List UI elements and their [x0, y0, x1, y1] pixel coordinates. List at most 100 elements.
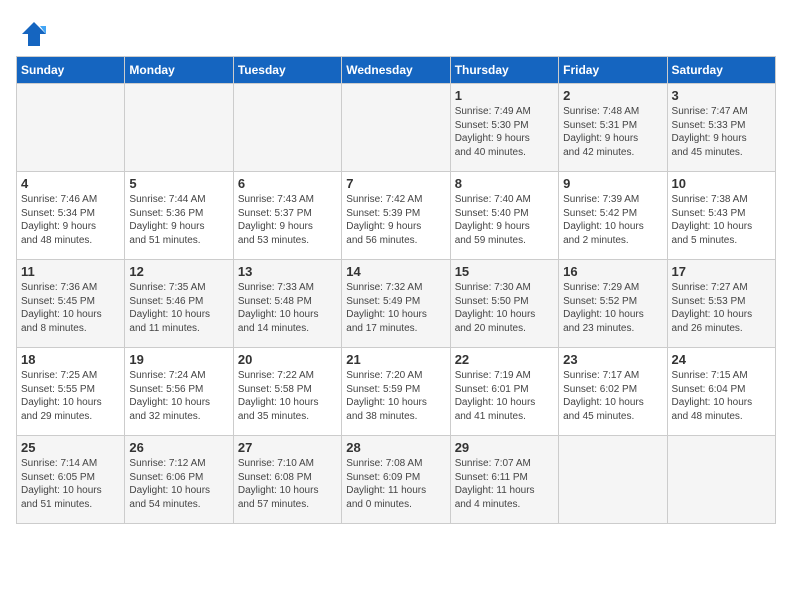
calendar-cell: 6 Sunrise: 7:43 AMSunset: 5:37 PMDaylight… [233, 172, 341, 260]
day-number: 5 [129, 176, 228, 191]
calendar-cell: 17Sunrise: 7:27 AMSunset: 5:53 PMDayligh… [667, 260, 775, 348]
cell-content: Sunrise: 7:40 AMSunset: 5:40 PMDaylight:… [455, 193, 554, 247]
weekday-header-sunday: Sunday [17, 57, 125, 84]
day-number: 16 [563, 264, 662, 279]
cell-content: Sunrise: 7:08 AMSunset: 6:09 PMDaylight:… [346, 457, 445, 511]
cell-content: Sunrise: 7:12 AMSunset: 6:06 PMDaylight:… [129, 457, 228, 511]
calendar-cell: 24 Sunrise: 7:15 AMSunset: 6:04 PMDayligh… [667, 348, 775, 436]
day-number: 9 [563, 176, 662, 191]
calendar-cell [342, 84, 450, 172]
calendar-cell: 11Sunrise: 7:36 AMSunset: 5:45 PMDayligh… [17, 260, 125, 348]
cell-content: Sunrise: 7:07 AMSunset: 6:11 PMDaylight:… [455, 457, 554, 511]
day-number: 27 [238, 440, 337, 455]
calendar-cell: 22 Sunrise: 7:19 AMSunset: 6:01 PMDayligh… [450, 348, 558, 436]
cell-content: Sunrise: 7:35 AMSunset: 5:46 PMDaylight:… [129, 281, 228, 335]
calendar-cell: 9 Sunrise: 7:39 AMSunset: 5:42 PMDaylight… [559, 172, 667, 260]
day-number: 10 [672, 176, 771, 191]
day-number: 7 [346, 176, 445, 191]
calendar-cell: 25 Sunrise: 7:14 AMSunset: 6:05 PMDayligh… [17, 436, 125, 524]
cell-content: Sunrise: 7:22 AMSunset: 5:58 PMDaylight:… [238, 369, 337, 423]
cell-content: Sunrise: 7:44 AMSunset: 5:36 PMDaylight:… [129, 193, 228, 247]
calendar-week-row: 1 Sunrise: 7:49 AMSunset: 5:30 PMDaylight… [17, 84, 776, 172]
cell-content: Sunrise: 7:24 AMSunset: 5:56 PMDaylight:… [129, 369, 228, 423]
cell-content: Sunrise: 7:42 AMSunset: 5:39 PMDaylight:… [346, 193, 445, 247]
cell-content: Sunrise: 7:48 AMSunset: 5:31 PMDaylight:… [563, 105, 662, 159]
cell-content: Sunrise: 7:10 AMSunset: 6:08 PMDaylight:… [238, 457, 337, 511]
weekday-header-friday: Friday [559, 57, 667, 84]
cell-content: Sunrise: 7:49 AMSunset: 5:30 PMDaylight:… [455, 105, 554, 159]
calendar-week-row: 11Sunrise: 7:36 AMSunset: 5:45 PMDayligh… [17, 260, 776, 348]
cell-content: Sunrise: 7:30 AMSunset: 5:50 PMDaylight:… [455, 281, 554, 335]
calendar-cell: 13 Sunrise: 7:33 AMSunset: 5:48 PMDayligh… [233, 260, 341, 348]
calendar-cell [667, 436, 775, 524]
day-number: 15 [455, 264, 554, 279]
calendar-week-row: 25 Sunrise: 7:14 AMSunset: 6:05 PMDayligh… [17, 436, 776, 524]
cell-content: Sunrise: 7:29 AMSunset: 5:52 PMDaylight:… [563, 281, 662, 335]
day-number: 2 [563, 88, 662, 103]
day-number: 19 [129, 352, 228, 367]
day-number: 3 [672, 88, 771, 103]
calendar-cell: 14 Sunrise: 7:32 AMSunset: 5:49 PMDayligh… [342, 260, 450, 348]
calendar-cell [17, 84, 125, 172]
logo [16, 20, 48, 48]
cell-content: Sunrise: 7:39 AMSunset: 5:42 PMDaylight:… [563, 193, 662, 247]
weekday-header-row: SundayMondayTuesdayWednesdayThursdayFrid… [17, 57, 776, 84]
weekday-header-tuesday: Tuesday [233, 57, 341, 84]
day-number: 25 [21, 440, 120, 455]
calendar-cell: 2 Sunrise: 7:48 AMSunset: 5:31 PMDaylight… [559, 84, 667, 172]
cell-content: Sunrise: 7:19 AMSunset: 6:01 PMDaylight:… [455, 369, 554, 423]
day-number: 11 [21, 264, 120, 279]
calendar-cell: 3 Sunrise: 7:47 AMSunset: 5:33 PMDaylight… [667, 84, 775, 172]
weekday-header-wednesday: Wednesday [342, 57, 450, 84]
day-number: 14 [346, 264, 445, 279]
day-number: 6 [238, 176, 337, 191]
day-number: 8 [455, 176, 554, 191]
day-number: 28 [346, 440, 445, 455]
day-number: 26 [129, 440, 228, 455]
weekday-header-saturday: Saturday [667, 57, 775, 84]
calendar-cell: 28 Sunrise: 7:08 AMSunset: 6:09 PMDayligh… [342, 436, 450, 524]
calendar-cell [559, 436, 667, 524]
cell-content: Sunrise: 7:17 AMSunset: 6:02 PMDaylight:… [563, 369, 662, 423]
calendar-cell: 21 Sunrise: 7:20 AMSunset: 5:59 PMDayligh… [342, 348, 450, 436]
calendar-table: SundayMondayTuesdayWednesdayThursdayFrid… [16, 56, 776, 524]
calendar-cell [233, 84, 341, 172]
calendar-cell: 12 Sunrise: 7:35 AMSunset: 5:46 PMDayligh… [125, 260, 233, 348]
calendar-cell: 16 Sunrise: 7:29 AMSunset: 5:52 PMDayligh… [559, 260, 667, 348]
calendar-cell: 29 Sunrise: 7:07 AMSunset: 6:11 PMDayligh… [450, 436, 558, 524]
day-number: 23 [563, 352, 662, 367]
calendar-week-row: 18 Sunrise: 7:25 AMSunset: 5:55 PMDayligh… [17, 348, 776, 436]
day-number: 4 [21, 176, 120, 191]
calendar-cell: 1 Sunrise: 7:49 AMSunset: 5:30 PMDaylight… [450, 84, 558, 172]
calendar-week-row: 4Sunrise: 7:46 AMSunset: 5:34 PMDaylight… [17, 172, 776, 260]
cell-content: Sunrise: 7:20 AMSunset: 5:59 PMDaylight:… [346, 369, 445, 423]
cell-content: Sunrise: 7:14 AMSunset: 6:05 PMDaylight:… [21, 457, 120, 511]
calendar-cell: 5 Sunrise: 7:44 AMSunset: 5:36 PMDaylight… [125, 172, 233, 260]
cell-content: Sunrise: 7:38 AMSunset: 5:43 PMDaylight:… [672, 193, 771, 247]
day-number: 12 [129, 264, 228, 279]
calendar-cell: 15 Sunrise: 7:30 AMSunset: 5:50 PMDayligh… [450, 260, 558, 348]
cell-content: Sunrise: 7:47 AMSunset: 5:33 PMDaylight:… [672, 105, 771, 159]
calendar-cell: 27 Sunrise: 7:10 AMSunset: 6:08 PMDayligh… [233, 436, 341, 524]
cell-content: Sunrise: 7:15 AMSunset: 6:04 PMDaylight:… [672, 369, 771, 423]
day-number: 29 [455, 440, 554, 455]
logo-icon [20, 20, 48, 48]
day-number: 24 [672, 352, 771, 367]
calendar-cell [125, 84, 233, 172]
calendar-cell: 7 Sunrise: 7:42 AMSunset: 5:39 PMDaylight… [342, 172, 450, 260]
cell-content: Sunrise: 7:32 AMSunset: 5:49 PMDaylight:… [346, 281, 445, 335]
day-number: 17 [672, 264, 771, 279]
cell-content: Sunrise: 7:33 AMSunset: 5:48 PMDaylight:… [238, 281, 337, 335]
day-number: 13 [238, 264, 337, 279]
day-number: 18 [21, 352, 120, 367]
calendar-cell: 23 Sunrise: 7:17 AMSunset: 6:02 PMDayligh… [559, 348, 667, 436]
calendar-cell: 20Sunrise: 7:22 AMSunset: 5:58 PMDayligh… [233, 348, 341, 436]
day-number: 1 [455, 88, 554, 103]
calendar-cell: 26 Sunrise: 7:12 AMSunset: 6:06 PMDayligh… [125, 436, 233, 524]
cell-content: Sunrise: 7:43 AMSunset: 5:37 PMDaylight:… [238, 193, 337, 247]
cell-content: Sunrise: 7:25 AMSunset: 5:55 PMDaylight:… [21, 369, 120, 423]
day-number: 21 [346, 352, 445, 367]
calendar-cell: 8 Sunrise: 7:40 AMSunset: 5:40 PMDaylight… [450, 172, 558, 260]
day-number: 22 [455, 352, 554, 367]
weekday-header-thursday: Thursday [450, 57, 558, 84]
